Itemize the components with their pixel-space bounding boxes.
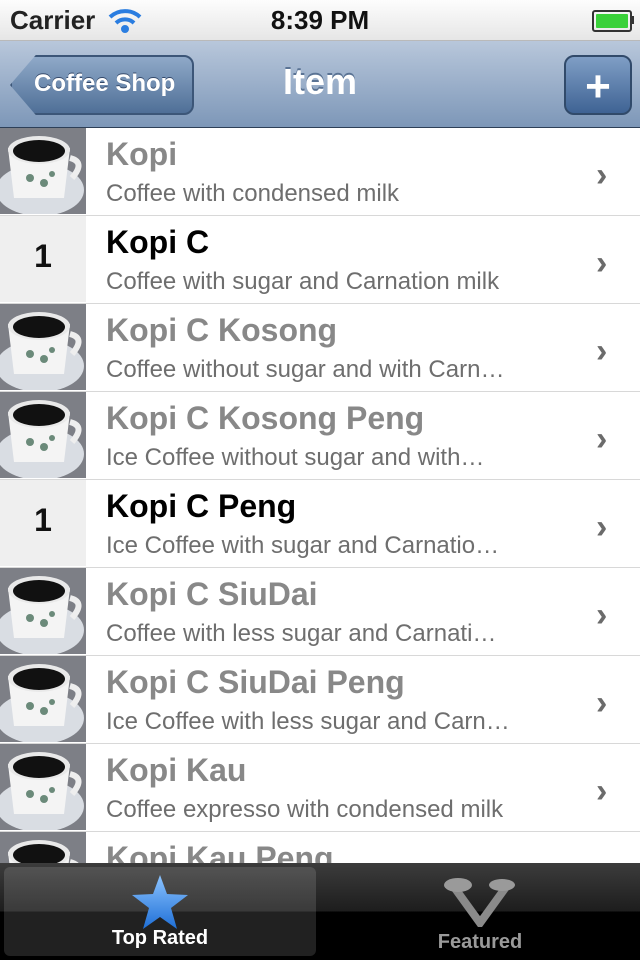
chevron-right-icon: ›	[596, 244, 608, 282]
item-title: Kopi C	[106, 224, 210, 260]
item-thumbnail	[0, 832, 86, 863]
item-count-badge: 1	[34, 238, 52, 274]
page-title: Item	[282, 61, 358, 102]
list-item[interactable]: 1 Kopi C Peng Ice Coffee with sugar and Ca…	[0, 480, 640, 568]
coffee-cup-image	[0, 304, 86, 390]
item-subtitle: Coffee with sugar and Carnation milk	[106, 268, 500, 295]
item-thumbnail	[0, 568, 86, 654]
list-item[interactable]: Kopi Coffee with condensed milk ›	[0, 128, 640, 216]
item-thumbnail	[0, 128, 86, 214]
chevron-right-icon: ›	[596, 596, 608, 634]
chevron-right-icon: ›	[596, 420, 608, 458]
add-button[interactable]: +	[564, 55, 632, 115]
coffee-cup-image	[0, 744, 86, 830]
item-count-badge: 1	[34, 502, 52, 538]
item-subtitle: Coffee expresso with condensed milk	[106, 796, 504, 823]
tab-bar: Top Rated Featured	[0, 863, 640, 960]
coffee-cup-image	[0, 832, 86, 863]
item-subtitle: Ice Coffee with less sugar and Carn…	[106, 708, 510, 735]
list-item[interactable]: Kopi C SiuDai Peng Ice Coffee with less s…	[0, 656, 640, 744]
plus-icon: +	[585, 62, 611, 111]
chevron-right-icon: ›	[596, 508, 608, 546]
tab-top-rated-label: Top Rated	[111, 927, 209, 949]
item-title: Kopi C Peng	[106, 488, 297, 524]
item-title: Kopi C SiuDai Peng	[106, 664, 405, 700]
item-title: Kopi	[106, 136, 178, 172]
chevron-right-icon: ›	[596, 772, 608, 810]
item-thumbnail: 1	[0, 216, 86, 302]
list-item[interactable]: Kopi C Kosong Peng Ice Coffee without sug…	[0, 392, 640, 480]
item-title: Kopi Kau	[106, 752, 247, 788]
item-subtitle: Coffee with less sugar and Carnati…	[106, 620, 497, 647]
coffee-cup-image	[0, 392, 86, 478]
chevron-right-icon: ›	[596, 332, 608, 370]
item-thumbnail	[0, 656, 86, 742]
tab-featured-label: Featured	[437, 931, 523, 953]
tab-top-rated[interactable]: Top Rated	[4, 867, 316, 956]
navigation-bar: Coffee Shop Item +	[0, 41, 640, 129]
list-item[interactable]: Kopi C SiuDai Coffee with less sugar and …	[0, 568, 640, 656]
coffee-cup-image	[0, 128, 86, 214]
list-item[interactable]: 1 Kopi C Coffee with sugar and Carnation m…	[0, 216, 640, 304]
item-title: Kopi C SiuDai	[106, 576, 318, 612]
item-title: Kopi Kau Peng	[106, 840, 334, 863]
battery-icon	[592, 10, 632, 32]
list-item[interactable]: Kopi Kau Peng›	[0, 832, 640, 863]
status-bar: Carrier 8:39 PM	[0, 0, 640, 41]
coffee-cup-image	[0, 568, 86, 654]
item-subtitle: Coffee with condensed milk	[106, 180, 400, 207]
status-time: 8:39 PM	[270, 5, 370, 35]
item-thumbnail	[0, 392, 86, 478]
chevron-right-icon: ›	[596, 684, 608, 722]
item-subtitle: Coffee without sugar and with Carn…	[106, 356, 505, 383]
tab-featured[interactable]: Featured	[320, 863, 640, 960]
coffee-cup-image	[0, 656, 86, 742]
chevron-right-icon: ›	[596, 156, 608, 194]
list-item[interactable]: Kopi C Kosong Coffee without sugar and wi…	[0, 304, 640, 392]
list-item[interactable]: Kopi Kau Coffee expresso with condensed m…	[0, 744, 640, 832]
item-title: Kopi C Kosong Peng	[106, 400, 425, 436]
item-thumbnail	[0, 304, 86, 390]
item-subtitle: Ice Coffee without sugar and with…	[106, 444, 485, 471]
item-title: Kopi C Kosong	[106, 312, 338, 348]
item-thumbnail: 1	[0, 480, 86, 566]
featured-icon	[440, 875, 520, 932]
item-subtitle: Ice Coffee with sugar and Carnatio…	[106, 532, 500, 559]
item-thumbnail	[0, 744, 86, 830]
item-list[interactable]: Kopi Coffee with condensed milk › 1 Kopi C Co…	[0, 128, 640, 863]
